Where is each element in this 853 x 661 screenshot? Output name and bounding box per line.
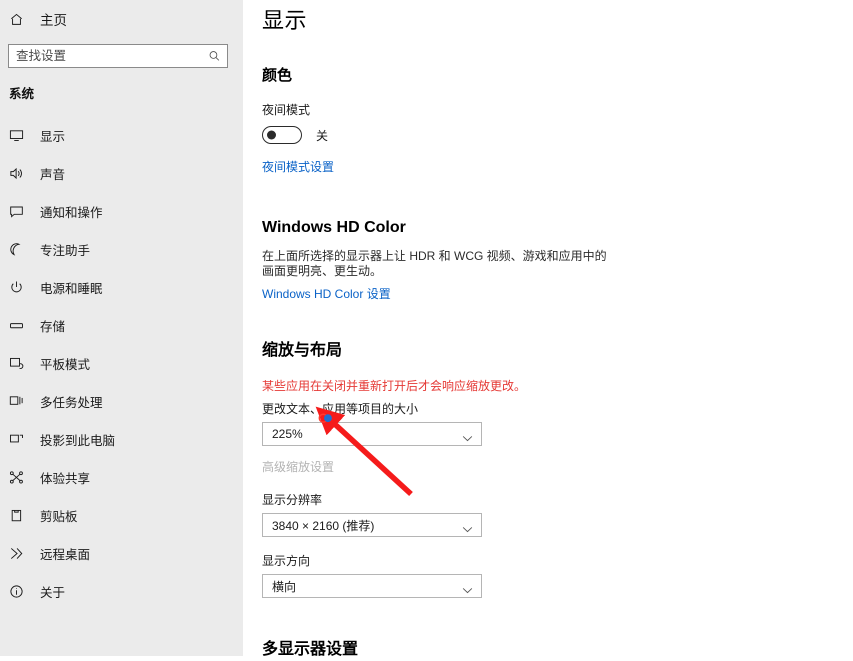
sidebar-item-power-sleep[interactable]: 电源和睡眠 — [0, 268, 243, 306]
section-heading-color: 颜色 — [262, 67, 293, 84]
toggle-knob — [267, 130, 276, 140]
sidebar-item-multitasking[interactable]: 多任务处理 — [0, 382, 243, 420]
sidebar-item-label: 显示 — [40, 129, 66, 144]
hd-color-description: 在上面所选择的显示器上让 HDR 和 WCG 视频、游戏和应用中的画面更明亮、更… — [262, 249, 607, 278]
home-icon — [9, 12, 31, 27]
advanced-scaling-link[interactable]: 高级缩放设置 — [262, 458, 334, 475]
sidebar-nav: 显示 声音 通知和操作 专注助手 电源和睡眠 存储 平板模式 多任务处理 投影到… — [0, 116, 243, 610]
chat-bubble-icon — [9, 202, 31, 220]
night-mode-state: 关 — [316, 128, 329, 143]
section-heading-scale-layout: 缩放与布局 — [262, 342, 343, 359]
scale-warning-text: 某些应用在关闭并重新打开后才会响应缩放更改。 — [262, 379, 527, 393]
hd-color-settings-link[interactable]: Windows HD Color 设置 — [262, 285, 391, 302]
page-title: 显示 — [262, 8, 308, 33]
drive-icon — [9, 316, 31, 334]
speaker-icon — [9, 164, 31, 182]
sidebar-item-label: 剪贴板 — [40, 509, 78, 524]
resolution-field-label: 显示分辨率 — [262, 493, 323, 507]
chevron-down-icon — [462, 522, 473, 532]
sidebar-item-label: 存储 — [40, 319, 66, 334]
sidebar-item-projecting[interactable]: 投影到此电脑 — [0, 420, 243, 458]
sidebar-item-label: 远程桌面 — [40, 547, 91, 562]
sidebar-home[interactable]: 主页 — [0, 3, 243, 35]
sidebar-item-display[interactable]: 显示 — [0, 116, 243, 154]
orientation-dropdown-value: 横向 — [272, 579, 297, 594]
orientation-field-label: 显示方向 — [262, 554, 311, 568]
info-icon — [9, 582, 31, 600]
sidebar-item-shared-experiences[interactable]: 体验共享 — [0, 458, 243, 496]
settings-window: 主页 系统 显示 — [0, 0, 853, 656]
resolution-dropdown-value: 3840 × 2160 (推荐) — [272, 518, 375, 533]
sidebar-group-title: 系统 — [9, 87, 35, 101]
remote-desktop-icon — [9, 544, 31, 562]
sidebar-item-label: 电源和睡眠 — [40, 281, 103, 296]
sidebar-item-clipboard[interactable]: 剪贴板 — [0, 496, 243, 534]
sidebar-item-label: 关于 — [40, 585, 66, 600]
sidebar-item-focus-assist[interactable]: 专注助手 — [0, 230, 243, 268]
content-pane: 显示 颜色 夜间模式 关 夜间模式设置 Windows HD Color 在上面… — [243, 0, 853, 656]
chevron-down-icon — [462, 431, 473, 441]
clipboard-icon — [9, 506, 31, 524]
sidebar-item-label: 投影到此电脑 — [40, 433, 116, 448]
scale-dropdown[interactable]: 225% — [262, 422, 482, 446]
sidebar-item-tablet-mode[interactable]: 平板模式 — [0, 344, 243, 382]
scale-dropdown-value: 225% — [272, 427, 303, 441]
project-icon — [9, 430, 31, 448]
scale-field-label: 更改文本、应用等项目的大小 — [262, 402, 419, 416]
sidebar-item-label: 声音 — [40, 167, 66, 182]
tablet-icon — [9, 354, 31, 372]
sidebar-item-label: 通知和操作 — [40, 205, 103, 220]
share-icon — [9, 468, 31, 486]
sidebar-item-label: 多任务处理 — [40, 395, 103, 410]
sidebar-item-storage[interactable]: 存储 — [0, 306, 243, 344]
search-input[interactable] — [9, 45, 227, 67]
sidebar-home-label: 主页 — [40, 13, 67, 28]
sidebar: 主页 系统 显示 — [0, 0, 243, 656]
monitor-icon — [9, 126, 31, 144]
multitask-icon — [9, 392, 31, 410]
sidebar-item-sound[interactable]: 声音 — [0, 154, 243, 192]
resolution-dropdown[interactable]: 3840 × 2160 (推荐) — [262, 513, 482, 537]
search-box[interactable] — [8, 44, 228, 68]
sidebar-item-remote-desktop[interactable]: 远程桌面 — [0, 534, 243, 572]
night-mode-toggle-row: 关 — [262, 126, 853, 144]
night-mode-label: 夜间模式 — [262, 103, 311, 117]
orientation-dropdown[interactable]: 横向 — [262, 574, 482, 598]
chevron-down-icon — [462, 583, 473, 593]
sidebar-item-label: 体验共享 — [40, 471, 91, 486]
section-heading-multi-display: 多显示器设置 — [262, 641, 359, 656]
sidebar-item-about[interactable]: 关于 — [0, 572, 243, 610]
night-mode-settings-link[interactable]: 夜间模式设置 — [262, 158, 334, 175]
sidebar-item-label: 平板模式 — [40, 357, 91, 372]
power-icon — [9, 278, 31, 296]
sidebar-item-label: 专注助手 — [40, 243, 91, 258]
section-heading-hd-color: Windows HD Color — [262, 219, 406, 236]
sidebar-item-notifications[interactable]: 通知和操作 — [0, 192, 243, 230]
moon-icon — [9, 240, 31, 258]
night-mode-toggle[interactable] — [262, 126, 302, 144]
